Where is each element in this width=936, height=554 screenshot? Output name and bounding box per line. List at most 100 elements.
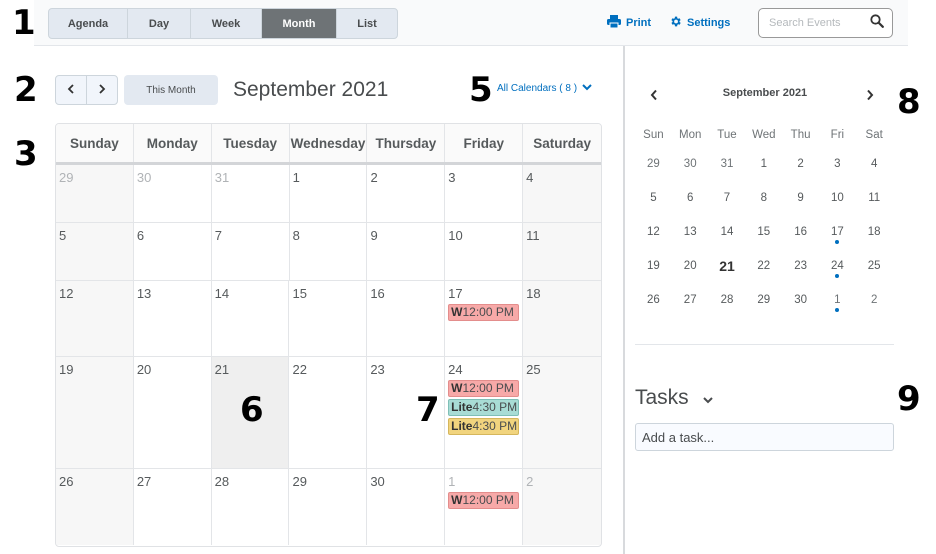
day-cell[interactable]: 8 (290, 223, 368, 280)
day-cell[interactable]: 30 (367, 469, 446, 545)
event-chip[interactable]: W12:00 PM (448, 492, 520, 509)
day-cell[interactable]: 25 (523, 357, 601, 468)
tab-agenda[interactable]: Agenda (49, 9, 128, 38)
tab-day[interactable]: Day (128, 9, 191, 38)
all-calendars-dropdown[interactable]: All Calendars ( 8 ) (497, 83, 592, 94)
mini-day[interactable]: 27 (672, 283, 709, 317)
day-cell[interactable]: 1 (290, 165, 368, 222)
mini-day[interactable]: 11 (856, 181, 893, 215)
next-month-button[interactable] (86, 76, 117, 104)
day-cell[interactable]: 12 (56, 281, 134, 356)
day-cell[interactable]: 10 (445, 223, 524, 280)
day-number: 27 (136, 474, 152, 489)
day-cell[interactable]: 5 (56, 223, 134, 280)
mini-calendar-header: September 2021 (635, 80, 895, 108)
mini-day[interactable]: 10 (819, 181, 856, 215)
search-icon[interactable] (870, 13, 884, 33)
mini-day[interactable]: 23 (782, 249, 819, 283)
day-cell[interactable]: 20 (134, 357, 212, 468)
day-cell[interactable]: 14 (212, 281, 290, 356)
search-input[interactable] (769, 17, 870, 29)
mini-day[interactable]: 19 (635, 249, 672, 283)
mini-day[interactable]: 17 (819, 215, 856, 249)
mini-day[interactable]: 2 (856, 283, 893, 317)
tab-month[interactable]: Month (262, 9, 337, 38)
mini-day[interactable]: 13 (672, 215, 709, 249)
mini-day[interactable]: 5 (635, 181, 672, 215)
day-cell[interactable]: 17 W12:00 PM (445, 281, 524, 356)
day-cell[interactable]: 7 (212, 223, 290, 280)
mini-day[interactable]: 22 (745, 249, 782, 283)
day-cell[interactable]: 19 (56, 357, 134, 468)
tasks-toggle[interactable]: Tasks (635, 386, 713, 410)
day-cell[interactable]: 6 (134, 223, 212, 280)
mini-day-today[interactable]: 21 (709, 249, 746, 283)
mini-day[interactable]: 9 (782, 181, 819, 215)
tab-list[interactable]: List (337, 9, 397, 38)
day-number: 20 (136, 362, 152, 377)
mini-day[interactable]: 28 (709, 283, 746, 317)
day-cell[interactable]: 27 (134, 469, 212, 545)
mini-week-row: 29 30 31 1 2 3 4 (635, 147, 893, 181)
mini-day[interactable]: 30 (672, 147, 709, 181)
weekday-header-cell: Tuesday (212, 124, 290, 162)
mini-day[interactable]: 14 (709, 215, 746, 249)
this-month-button[interactable]: This Month (124, 75, 218, 105)
day-cell[interactable]: 31 (212, 165, 290, 222)
day-cell[interactable]: 2 (367, 165, 446, 222)
mini-day[interactable]: 1 (819, 283, 856, 317)
mini-day[interactable]: 8 (745, 181, 782, 215)
mini-next-month-button[interactable] (866, 88, 874, 106)
day-cell[interactable]: 29 (289, 469, 368, 545)
day-cell[interactable]: 4 (523, 165, 601, 222)
mini-day[interactable]: 20 (672, 249, 709, 283)
mini-day[interactable]: 12 (635, 215, 672, 249)
mini-day[interactable]: 15 (745, 215, 782, 249)
day-cell[interactable]: 16 (367, 281, 446, 356)
mini-day[interactable]: 7 (709, 181, 746, 215)
mini-day[interactable]: 29 (745, 283, 782, 317)
settings-button[interactable]: Settings (669, 15, 730, 31)
mini-day[interactable]: 29 (635, 147, 672, 181)
mini-day[interactable]: 30 (782, 283, 819, 317)
day-cell[interactable]: 9 (367, 223, 446, 280)
printer-icon (607, 15, 621, 31)
mini-day[interactable]: 24 (819, 249, 856, 283)
mini-day[interactable]: 4 (856, 147, 893, 181)
print-button[interactable]: Print (607, 15, 651, 31)
tab-week[interactable]: Week (191, 9, 262, 38)
day-cell[interactable]: 11 (523, 223, 601, 280)
day-cell[interactable]: 22 (289, 357, 368, 468)
day-cell[interactable]: 26 (56, 469, 134, 545)
day-cell[interactable]: 30 (134, 165, 212, 222)
mini-day[interactable]: 6 (672, 181, 709, 215)
mini-day[interactable]: 2 (782, 147, 819, 181)
mini-day[interactable]: 1 (745, 147, 782, 181)
day-cell[interactable]: 13 (134, 281, 212, 356)
mini-day[interactable]: 16 (782, 215, 819, 249)
mini-day[interactable]: 31 (709, 147, 746, 181)
day-cell[interactable]: 2 (523, 469, 601, 545)
event-chip[interactable]: Lite4:30 PM (448, 399, 520, 416)
mini-day[interactable]: 25 (856, 249, 893, 283)
add-task-input[interactable] (642, 424, 887, 450)
event-indicator-dot (835, 274, 840, 278)
mini-day[interactable]: 18 (856, 215, 893, 249)
day-cell[interactable]: 18 (523, 281, 601, 356)
day-cell[interactable]: 29 (56, 165, 134, 222)
mini-day[interactable]: 3 (819, 147, 856, 181)
mini-day[interactable]: 26 (635, 283, 672, 317)
event-chip[interactable]: Lite4:30 PM (448, 418, 520, 435)
event-chip[interactable]: W12:00 PM (448, 380, 520, 397)
day-cell[interactable]: 3 (445, 165, 524, 222)
event-chip[interactable]: W12:00 PM (448, 304, 520, 321)
mini-day-number: 1 (834, 294, 841, 306)
mini-day-number: 22 (757, 260, 771, 272)
day-cell[interactable]: 1 W12:00 PM (445, 469, 524, 545)
prev-month-button[interactable] (56, 76, 86, 104)
day-cell[interactable]: 15 (289, 281, 368, 356)
mini-weekday: Wed (752, 128, 776, 141)
search-events-field (758, 8, 893, 38)
day-cell[interactable]: 24 W12:00 PM Lite4:30 PM Lite4:30 PM (445, 357, 524, 468)
day-cell[interactable]: 28 (212, 469, 290, 545)
